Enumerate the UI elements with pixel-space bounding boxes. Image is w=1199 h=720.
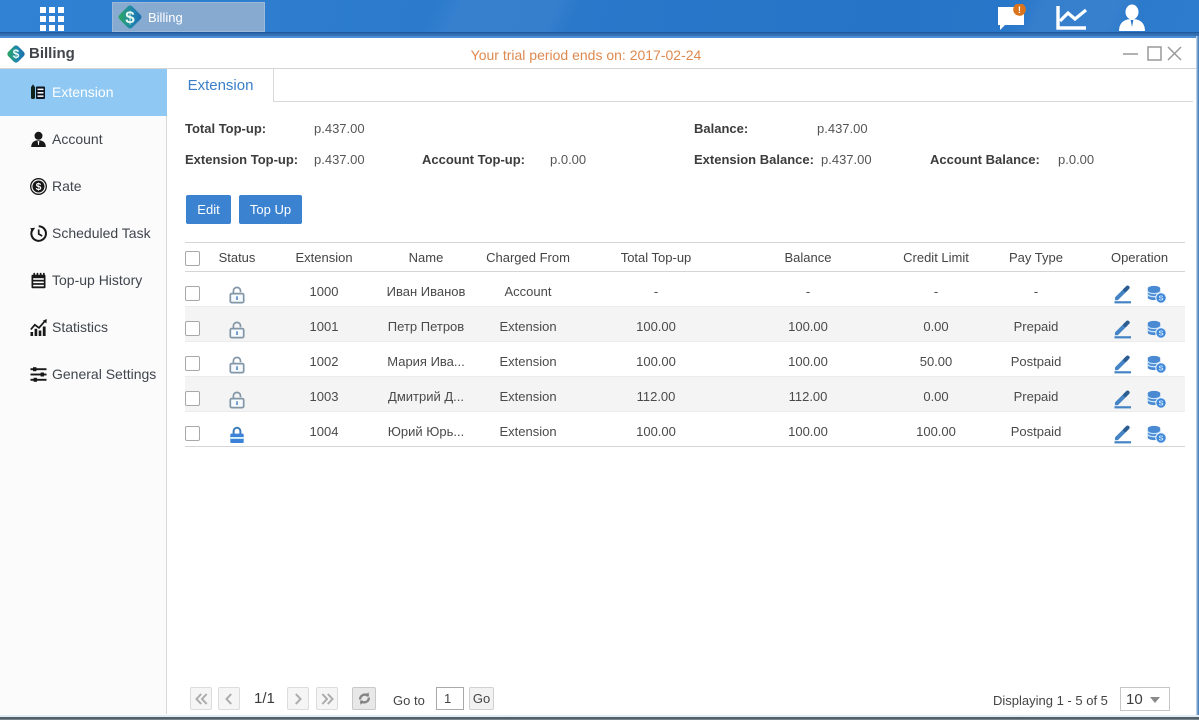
svg-text:S: S [1158,363,1163,372]
svg-text:S: S [1158,328,1163,337]
svg-text:S: S [1158,433,1163,442]
svg-text:!: ! [1018,5,1021,16]
svg-text:S: S [1158,398,1163,407]
svg-text:S: S [1158,293,1163,302]
svg-text:$: $ [36,182,42,193]
